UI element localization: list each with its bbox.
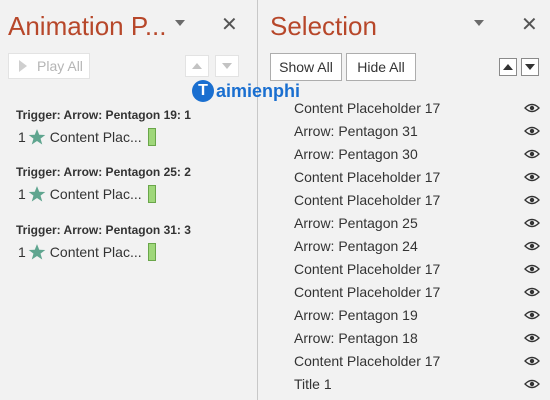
play-icon bbox=[19, 60, 27, 72]
animation-order-number: 1 bbox=[18, 244, 26, 260]
play-all-button[interactable]: Play All bbox=[8, 53, 90, 79]
arrow-up-icon bbox=[503, 64, 513, 70]
object-name: Title 1 bbox=[294, 375, 332, 392]
selection-list: Content Placeholder 17 Arrow: Pentagon 3… bbox=[294, 96, 544, 395]
arrow-down-icon bbox=[525, 64, 535, 70]
object-name: Arrow: Pentagon 18 bbox=[294, 329, 418, 346]
star-icon bbox=[28, 186, 46, 202]
trigger-group: Trigger: Arrow: Pentagon 25: 2 1 Content… bbox=[16, 165, 191, 203]
animation-item-label: Content Plac... bbox=[49, 186, 142, 202]
eye-icon[interactable] bbox=[524, 264, 540, 274]
object-name: Content Placeholder 17 bbox=[294, 283, 441, 300]
list-item[interactable]: Arrow: Pentagon 30 bbox=[294, 142, 544, 165]
list-item[interactable]: Arrow: Pentagon 18 bbox=[294, 326, 544, 349]
star-icon bbox=[28, 129, 46, 145]
animation-item[interactable]: 1 Content Plac... bbox=[16, 185, 191, 203]
trigger-label[interactable]: Trigger: Arrow: Pentagon 31: 3 bbox=[16, 223, 191, 237]
arrow-down-icon bbox=[222, 63, 232, 69]
eye-icon[interactable] bbox=[524, 103, 540, 113]
move-earlier-button[interactable] bbox=[185, 55, 209, 77]
animation-order-number: 1 bbox=[18, 186, 26, 202]
object-name: Arrow: Pentagon 19 bbox=[294, 306, 418, 323]
animation-pane: Animation P... ✕ Play All Trigger: Arrow… bbox=[0, 0, 257, 400]
list-item[interactable]: Content Placeholder 17 bbox=[294, 349, 544, 372]
eye-icon[interactable] bbox=[524, 172, 540, 182]
trigger-label[interactable]: Trigger: Arrow: Pentagon 25: 2 bbox=[16, 165, 191, 179]
animation-item[interactable]: 1 Content Plac... bbox=[16, 128, 191, 146]
selection-pane-options-chevron-icon[interactable] bbox=[474, 20, 484, 26]
list-item[interactable]: Content Placeholder 17 bbox=[294, 96, 544, 119]
eye-icon[interactable] bbox=[524, 310, 540, 320]
eye-icon[interactable] bbox=[524, 379, 540, 389]
show-all-button[interactable]: Show All bbox=[270, 53, 342, 81]
watermark-logo: T aimienphi bbox=[192, 80, 300, 102]
eye-icon[interactable] bbox=[524, 333, 540, 343]
animation-item-label: Content Plac... bbox=[49, 129, 142, 145]
list-item[interactable]: Title 1 bbox=[294, 372, 544, 395]
selection-pane: Selection ✕ Show All Hide All T aimienph… bbox=[192, 0, 550, 400]
animation-pane-close-icon[interactable]: ✕ bbox=[221, 13, 238, 37]
animation-pane-title: Animation P... bbox=[8, 11, 167, 41]
timing-bar bbox=[147, 128, 156, 146]
list-item[interactable]: Content Placeholder 17 bbox=[294, 257, 544, 280]
eye-icon[interactable] bbox=[524, 195, 540, 205]
trigger-group: Trigger: Arrow: Pentagon 31: 3 1 Content… bbox=[16, 223, 191, 261]
list-item[interactable]: Arrow: Pentagon 24 bbox=[294, 234, 544, 257]
eye-icon[interactable] bbox=[524, 241, 540, 251]
object-name: Content Placeholder 17 bbox=[294, 99, 441, 116]
eye-icon[interactable] bbox=[524, 149, 540, 159]
object-name: Content Placeholder 17 bbox=[294, 168, 441, 185]
selection-pane-title: Selection bbox=[270, 11, 377, 41]
object-name: Arrow: Pentagon 30 bbox=[294, 145, 418, 162]
list-item[interactable]: Content Placeholder 17 bbox=[294, 280, 544, 303]
list-item[interactable]: Content Placeholder 17 bbox=[294, 165, 544, 188]
star-icon bbox=[28, 244, 46, 260]
selection-pane-close-icon[interactable]: ✕ bbox=[521, 13, 538, 37]
object-name: Content Placeholder 17 bbox=[294, 191, 441, 208]
watermark-text: aimienphi bbox=[216, 80, 301, 101]
eye-icon[interactable] bbox=[524, 356, 540, 366]
animation-item[interactable]: 1 Content Plac... bbox=[16, 243, 191, 261]
hide-all-button[interactable]: Hide All bbox=[346, 53, 416, 81]
timing-bar bbox=[147, 185, 156, 203]
object-name: Content Placeholder 17 bbox=[294, 260, 441, 277]
animation-order-number: 1 bbox=[18, 129, 26, 145]
list-item[interactable]: Arrow: Pentagon 31 bbox=[294, 119, 544, 142]
watermark-badge: T bbox=[192, 80, 214, 102]
arrow-up-icon bbox=[192, 63, 202, 69]
list-item[interactable]: Content Placeholder 17 bbox=[294, 188, 544, 211]
object-name: Arrow: Pentagon 24 bbox=[294, 237, 418, 254]
list-item[interactable]: Arrow: Pentagon 19 bbox=[294, 303, 544, 326]
animation-pane-options-chevron-icon[interactable] bbox=[175, 20, 185, 26]
timing-bar bbox=[147, 243, 156, 261]
object-name: Arrow: Pentagon 25 bbox=[294, 214, 418, 231]
send-backward-button[interactable] bbox=[521, 58, 539, 76]
eye-icon[interactable] bbox=[524, 218, 540, 228]
eye-icon[interactable] bbox=[524, 287, 540, 297]
object-name: Content Placeholder 17 bbox=[294, 352, 441, 369]
object-name: Arrow: Pentagon 31 bbox=[294, 122, 418, 139]
animation-item-label: Content Plac... bbox=[49, 244, 142, 260]
trigger-label[interactable]: Trigger: Arrow: Pentagon 19: 1 bbox=[16, 108, 191, 122]
move-later-button[interactable] bbox=[215, 55, 239, 77]
eye-icon[interactable] bbox=[524, 126, 540, 136]
list-item[interactable]: Arrow: Pentagon 25 bbox=[294, 211, 544, 234]
play-all-label: Play All bbox=[37, 58, 83, 74]
bring-forward-button[interactable] bbox=[499, 58, 517, 76]
trigger-group: Trigger: Arrow: Pentagon 19: 1 1 Content… bbox=[16, 108, 191, 146]
